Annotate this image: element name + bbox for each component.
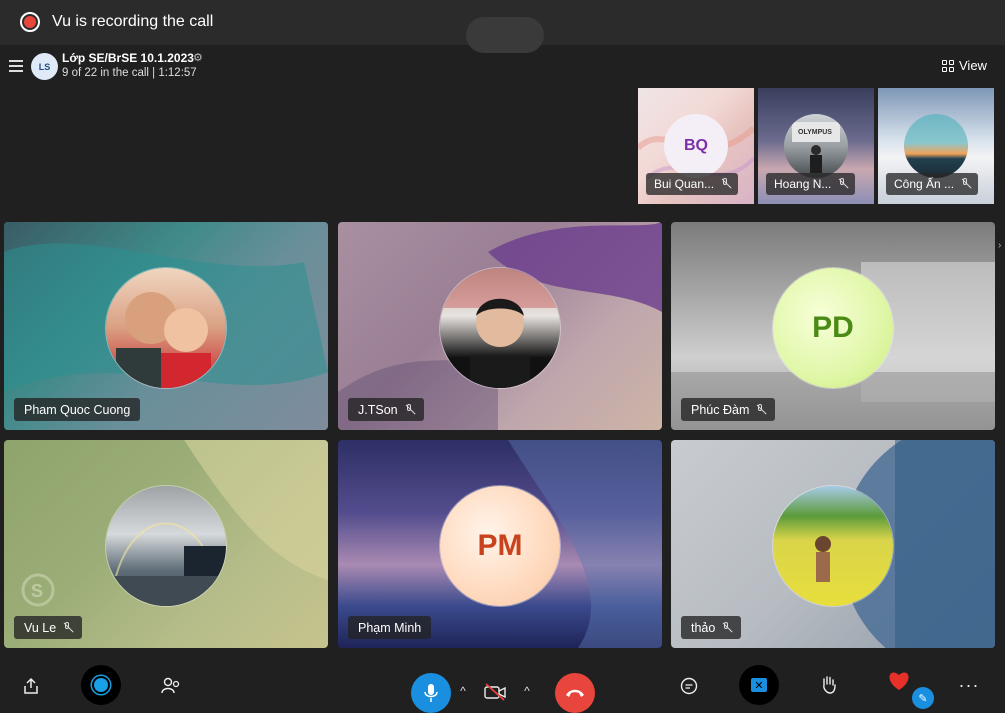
call-title[interactable]: Lớp SE/BrSE 10.1.2023 [62,51,194,65]
live-captions-button[interactable]: ✕ [739,665,779,705]
camera-control-group [466,17,544,53]
menu-icon[interactable] [9,60,23,72]
participant-name: Bui Quan... [654,177,715,191]
pen-icon[interactable]: ✎ [912,687,934,709]
mic-muted-icon [62,621,72,634]
mic-muted-icon [404,403,414,416]
recording-text: Vu is recording the call [52,13,214,30]
participant-tile[interactable]: thảo [671,440,995,648]
view-label: View [959,58,987,73]
group-avatar[interactable]: LS [31,53,58,80]
participant-name-label: Công Ấn ... [886,173,979,195]
participant-name: thảo [691,620,716,635]
participant-name: J.TSon [358,402,398,417]
participant-name-label: Hoang N... [766,173,856,195]
record-button[interactable] [81,665,121,705]
participant-name: Phúc Đàm [691,402,750,417]
mic-muted-icon [960,178,970,190]
share-icon[interactable] [20,675,42,697]
captions-icon: ✕ [751,678,767,692]
participant-tile[interactable]: PD Phúc Đàm [671,222,995,430]
participant-name: Vu Le [24,620,57,635]
participant-thumbnail[interactable]: BQ Bui Quan... [638,88,754,204]
avatar [773,486,893,606]
microphone-button[interactable] [411,673,451,713]
participant-tile[interactable]: Pham Quoc Cuong [4,222,328,430]
participant-name: Pham Quoc Cuong [24,402,131,417]
participants-icon[interactable] [160,675,182,697]
avatar: BQ [664,114,728,178]
avatar [440,268,560,388]
participant-tile[interactable]: S Vu Le [4,440,328,648]
avatar [106,268,226,388]
gear-icon[interactable]: ⚙ [193,51,203,64]
avatar: PM [440,486,560,606]
participant-name-label: Phúc Đàm [681,398,776,421]
participant-tile[interactable]: J.TSon [338,222,662,430]
participant-thumbnail[interactable]: OLYMPUS Hoang N... [758,88,874,204]
grid-view-icon [942,59,954,72]
participant-name-label: Pham Quoc Cuong [14,398,141,421]
participant-name: Hoang N... [774,177,832,191]
scroll-chevron-icon[interactable]: › [998,240,1001,251]
mic-muted-icon [755,403,765,416]
raise-hand-icon[interactable] [818,674,840,696]
participant-tile[interactable]: PM Phạm Minh [338,440,662,648]
camera-off-icon[interactable] [482,681,508,703]
avatar [904,114,968,178]
view-button[interactable]: View [942,58,987,73]
avatar [106,486,226,606]
avatar: PD [773,268,893,388]
mic-options-chevron[interactable]: ^ [456,684,470,698]
svg-text:OLYMPUS: OLYMPUS [798,129,832,136]
call-status: 9 of 22 in the call | 1:12:57 [62,67,197,79]
participant-thumbnail[interactable]: Công Ấn ... [878,88,994,204]
participant-name-label: thảo [681,616,742,639]
mic-muted-icon [721,621,731,634]
more-icon[interactable]: ··· [958,676,980,694]
mic-muted-icon [837,178,847,190]
participant-name-label: Bui Quan... [646,173,739,195]
participant-name-label: J.TSon [348,398,424,421]
hang-up-icon [566,689,584,697]
participant-name: Phạm Minh [358,620,422,635]
hang-up-button[interactable] [555,673,595,713]
participant-name: Công Ấn ... [894,177,955,191]
record-icon [94,678,108,692]
participant-name-label: Phạm Minh [348,616,432,639]
camera-options-chevron[interactable]: ^ [520,684,534,698]
microphone-icon [424,684,438,702]
mic-muted-icon [720,178,730,190]
participant-name-label: Vu Le [14,616,83,639]
heart-icon[interactable] [887,670,911,692]
recording-indicator-icon [20,12,40,32]
avatar: OLYMPUS [784,114,848,178]
chat-icon[interactable] [678,675,700,697]
svg-text:S: S [31,581,43,601]
